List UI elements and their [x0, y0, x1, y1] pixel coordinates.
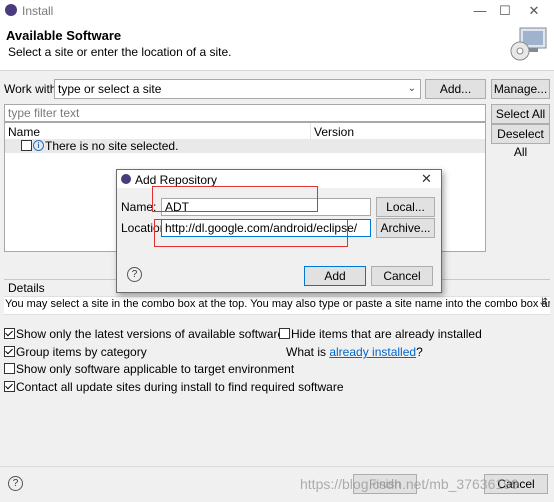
work-with-label: Work with:: [4, 82, 60, 96]
table-row[interactable]: i There is no site selected.: [5, 139, 485, 153]
work-with-combo[interactable]: type or select a site ⌄: [54, 79, 421, 99]
hide-installed-label: Hide items that are already installed: [291, 327, 482, 341]
deselect-all-button[interactable]: Deselect All: [491, 124, 550, 159]
eclipse-icon: [5, 4, 17, 16]
scroll-arrows-icon[interactable]: ⇵: [540, 297, 548, 308]
manage-button[interactable]: Manage...: [491, 79, 550, 99]
group-by-category-label: Group items by category: [16, 345, 147, 359]
target-env-label: Show only software applicable to target …: [16, 362, 295, 376]
page-subtitle: Select a site or enter the location of a…: [8, 45, 232, 59]
column-divider: [310, 123, 311, 139]
add-site-button[interactable]: Add...: [425, 79, 486, 99]
row-checkbox[interactable]: [21, 140, 32, 151]
local-button[interactable]: Local...: [376, 197, 435, 217]
latest-versions-label: Show only the latest versions of availab…: [16, 327, 285, 341]
dialog-close-icon[interactable]: ✕: [421, 171, 432, 187]
group-by-category-checkbox[interactable]: [4, 346, 15, 357]
footer-separator: [0, 466, 554, 467]
minimize-icon[interactable]: —: [471, 3, 489, 19]
dialog-title: Add Repository: [135, 173, 218, 187]
window-titlebar: Install — ☐ ✕: [0, 0, 554, 22]
info-icon: i: [33, 140, 44, 151]
install-banner-icon: [510, 27, 547, 61]
column-version[interactable]: Version: [314, 125, 354, 139]
window-title: Install: [22, 4, 54, 18]
location-highlight-box: [154, 219, 348, 247]
maximize-icon[interactable]: ☐: [496, 3, 514, 19]
hide-installed-checkbox[interactable]: [279, 328, 290, 339]
archive-button[interactable]: Archive...: [376, 218, 435, 238]
contact-all-checkbox[interactable]: [4, 381, 15, 392]
select-all-button[interactable]: Select All: [491, 104, 550, 124]
latest-versions-checkbox[interactable]: [4, 328, 15, 339]
dialog-cancel-button[interactable]: Cancel: [371, 266, 433, 286]
dialog-add-button[interactable]: Add: [304, 266, 366, 286]
table-header: Name Version: [5, 123, 485, 140]
what-is-installed: What is already installed?: [286, 345, 423, 359]
column-name[interactable]: Name: [8, 125, 40, 139]
page-title: Available Software: [6, 28, 122, 43]
watermark-text: https://blog.csdn.net/mb_37636199: [300, 476, 519, 492]
eclipse-icon: [121, 174, 131, 184]
details-text: You may select a site in the combo box a…: [5, 298, 550, 310]
what-is-suffix: ?: [416, 345, 423, 359]
chevron-down-icon[interactable]: ⌄: [408, 80, 416, 98]
contact-all-label: Contact all update sites during install …: [16, 380, 344, 394]
details-text-area: You may select a site in the combo box a…: [4, 296, 550, 315]
close-icon[interactable]: ✕: [525, 3, 543, 19]
target-env-checkbox[interactable]: [4, 363, 15, 374]
details-label: Details: [8, 281, 45, 295]
already-installed-link[interactable]: already installed: [329, 345, 416, 359]
wizard-header: Available Software Select a site or ente…: [0, 22, 554, 71]
work-with-value: type or select a site: [58, 82, 162, 96]
filter-input[interactable]: type filter text: [4, 104, 486, 122]
dialog-help-icon[interactable]: ?: [127, 267, 142, 282]
name-highlight-box: [152, 186, 318, 212]
help-icon[interactable]: ?: [8, 476, 23, 491]
row-name: There is no site selected.: [45, 139, 179, 153]
what-is-prefix: What is: [286, 345, 330, 359]
